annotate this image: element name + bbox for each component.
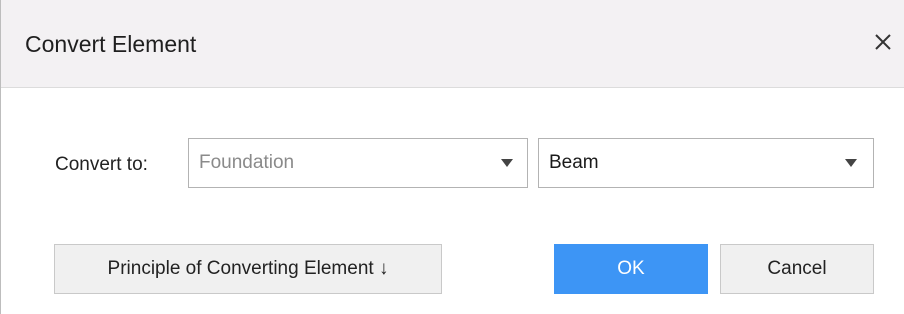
dialog-title-bar: Convert Element [1,0,904,88]
ok-button[interactable]: OK [554,244,708,294]
cancel-button[interactable]: Cancel [720,244,874,294]
close-icon[interactable] [870,29,896,55]
dropdown-arrow-icon [500,158,514,168]
source-element-value: Foundation [199,152,295,173]
dropdown-arrow-icon [844,158,858,168]
source-element-select[interactable]: Foundation [188,138,528,188]
target-element-value: Beam [549,152,599,173]
convert-to-label: Convert to: [55,154,148,175]
dialog-title: Convert Element [25,31,197,57]
principle-of-converting-button[interactable]: Principle of Converting Element ↓ [54,244,442,294]
convert-element-dialog: Convert Element Convert to: Foundation B… [0,0,904,314]
target-element-select[interactable]: Beam [538,138,874,188]
